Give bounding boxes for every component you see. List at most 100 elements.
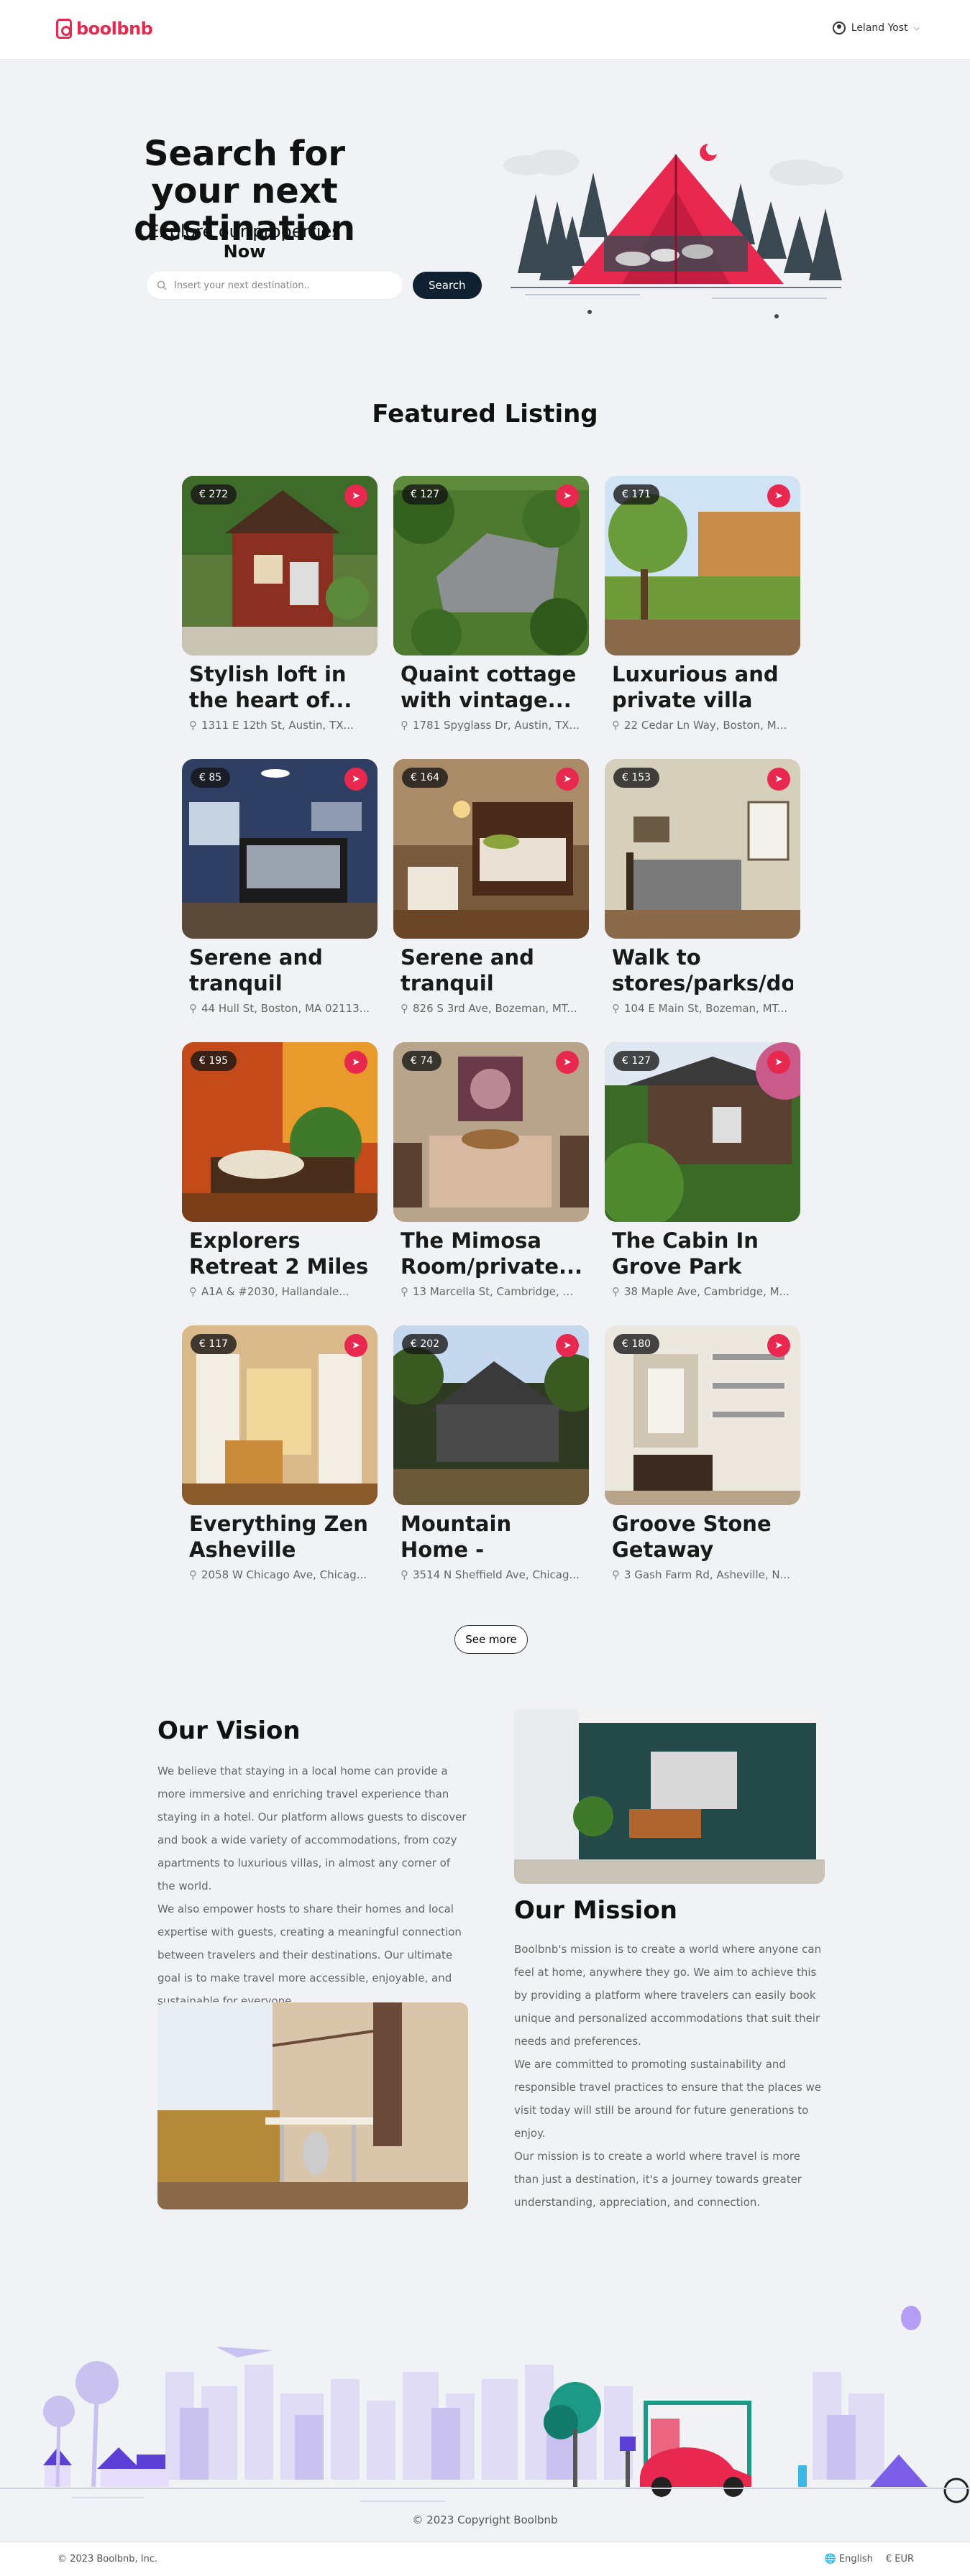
listing-address: ⚲ 22 Cedar Ln Way, Boston, MA... (612, 719, 793, 732)
sponsored-rocket-icon: ➤ (556, 484, 579, 507)
listing-card[interactable]: € 153 ➤ Walk to stores/parks/do... ⚲ 104 … (605, 759, 800, 1026)
listing-address: ⚲ 104 E Main St, Bozeman, MT... (612, 1002, 793, 1015)
copyright-text: © 2023 Copyright Boolbnb (412, 2513, 558, 2526)
listing-title[interactable]: Mountain Home - Spectacular... (401, 1511, 582, 1563)
language-selector[interactable]: 🌐 English (825, 2554, 873, 2564)
listing-title[interactable]: The Cabin In Grove Park (612, 1228, 793, 1279)
logo-icon (56, 19, 72, 39)
listing-card[interactable]: € 272 ➤ Stylish loft in the heart of... … (182, 476, 378, 743)
listing-title[interactable]: Serene and tranquil retreat... (189, 944, 370, 996)
location-pin-icon: ⚲ (189, 1568, 197, 1581)
vision-text: We believe that staying in a local home … (157, 1765, 467, 2007)
search-bar: Search (147, 272, 482, 299)
price-badge: € 195 (191, 1051, 237, 1071)
mission-title: Our Mission (514, 1896, 677, 1925)
listing-title[interactable]: Stylish loft in the heart of... (189, 661, 370, 713)
user-menu[interactable]: Leland Yost ⌵ (832, 22, 920, 34)
listing-address-text: A1A & #2030, Hallandale... (201, 1285, 349, 1298)
listing-card[interactable]: € 127 ➤ Quaint cottage with vintage... ⚲… (393, 476, 589, 743)
listing-title[interactable]: Quaint cottage with vintage... (401, 661, 582, 713)
sponsored-rocket-icon: ➤ (767, 1334, 790, 1357)
listing-title[interactable]: Groove Stone Getaway (612, 1511, 793, 1563)
search-icon (157, 280, 167, 290)
locale-settings: 🌐 English € EUR (825, 2554, 914, 2564)
listing-image[interactable]: € 117 ➤ (182, 1325, 378, 1505)
currency-selector[interactable]: € EUR (886, 2554, 914, 2564)
listing-title[interactable]: Walk to stores/parks/do... (612, 944, 793, 996)
listing-address: ⚲ 2058 W Chicago Ave, Chicag... (189, 1568, 370, 1581)
listing-address: ⚲ 1311 E 12th St, Austin, TX... (189, 719, 370, 732)
listing-address: ⚲ 13 Marcella St, Cambridge, M... (401, 1285, 582, 1298)
listing-card[interactable]: € 127 ➤ The Cabin In Grove Park ⚲ 38 Mapl… (605, 1042, 800, 1310)
listing-card[interactable]: € 85 ➤ Serene and tranquil retreat... ⚲ 4… (182, 759, 378, 1026)
listing-image[interactable]: € 85 ➤ (182, 759, 378, 939)
listing-card[interactable]: € 117 ➤ Everything Zen Asheville ⚲ 2058 W… (182, 1325, 378, 1593)
location-pin-icon: ⚲ (189, 1285, 197, 1298)
listing-card[interactable]: € 195 ➤ Explorers Retreat 2 Miles to... … (182, 1042, 378, 1310)
listing-image[interactable]: € 195 ➤ (182, 1042, 378, 1222)
listing-address: ⚲ 44 Hull St, Boston, MA 02113... (189, 1002, 370, 1015)
listing-image[interactable]: € 127 ➤ (393, 476, 589, 656)
listing-address-text: 13 Marcella St, Cambridge, M... (413, 1285, 582, 1298)
listing-image[interactable]: € 127 ➤ (605, 1042, 800, 1222)
listing-address: ⚲ 38 Maple Ave, Cambridge, M... (612, 1285, 793, 1298)
listing-card[interactable]: € 164 ➤ Serene and tranquil retreat... ⚲… (393, 759, 589, 1026)
listing-title[interactable]: The Mimosa Room/private... (401, 1228, 582, 1279)
hero-subtitle-text: Explore our properties (148, 221, 341, 242)
location-pin-icon: ⚲ (189, 719, 197, 732)
tent-illustration (503, 144, 843, 318)
price-badge: € 180 (613, 1334, 660, 1354)
listing-card[interactable]: € 171 ➤ Luxurious and private villa wit.… (605, 476, 800, 743)
price-badge: € 127 (402, 484, 449, 505)
price-badge: € 202 (402, 1334, 449, 1354)
mission-image (514, 1708, 825, 1884)
city-skyline-illustration (0, 2306, 970, 2503)
location-pin-icon: ⚲ (612, 1002, 620, 1015)
sponsored-rocket-icon: ➤ (767, 484, 790, 507)
listing-card[interactable]: € 180 ➤ Groove Stone Getaway ⚲ 3 Gash Far… (605, 1325, 800, 1593)
see-more-button[interactable]: See more (454, 1625, 528, 1654)
sponsored-rocket-icon: ➤ (767, 768, 790, 791)
search-input[interactable] (174, 280, 390, 291)
location-pin-icon: ⚲ (612, 1568, 620, 1581)
price-badge: € 127 (613, 1051, 660, 1071)
vision-image (157, 2002, 468, 2209)
featured-title: Featured Listing (372, 400, 598, 428)
listing-address-text: 38 Maple Ave, Cambridge, M... (624, 1285, 790, 1298)
listing-image[interactable]: € 74 ➤ (393, 1042, 589, 1222)
listing-address-text: 22 Cedar Ln Way, Boston, MA... (624, 719, 793, 732)
listing-address: ⚲ 1781 Spyglass Dr, Austin, TX... (401, 719, 582, 732)
listing-image[interactable]: € 153 ➤ (605, 759, 800, 939)
location-pin-icon: ⚲ (401, 1002, 408, 1015)
location-pin-icon: ⚲ (189, 1002, 197, 1015)
logo[interactable]: boolbnb (56, 19, 153, 39)
listing-card[interactable]: € 202 ➤ Mountain Home - Spectacular... ⚲… (393, 1325, 589, 1593)
listing-image[interactable]: € 202 ➤ (393, 1325, 589, 1505)
top-navbar: boolbnb Leland Yost ⌵ (0, 0, 970, 60)
listing-image[interactable]: € 180 ➤ (605, 1325, 800, 1505)
location-pin-icon: ⚲ (401, 1568, 408, 1581)
listing-card[interactable]: € 74 ➤ The Mimosa Room/private... ⚲ 13 Ma… (393, 1042, 589, 1310)
sponsored-rocket-icon: ➤ (556, 1334, 579, 1357)
search-field[interactable] (147, 272, 403, 299)
vision-title: Our Vision (157, 1716, 301, 1745)
hero-subtitle-bold: Now (223, 242, 266, 262)
location-pin-icon: ⚲ (612, 719, 620, 732)
sponsored-rocket-icon: ➤ (344, 1051, 367, 1074)
bottom-bar: © 2023 Boolbnb, Inc. 🌐 English € EUR (0, 2542, 970, 2576)
listing-title[interactable]: Luxurious and private villa wit... (612, 661, 793, 713)
location-pin-icon: ⚲ (612, 1285, 620, 1298)
listing-address-text: 44 Hull St, Boston, MA 02113... (201, 1002, 370, 1015)
search-button[interactable]: Search (413, 272, 482, 299)
listing-image[interactable]: € 164 ➤ (393, 759, 589, 939)
listing-title[interactable]: Serene and tranquil retreat... (401, 944, 582, 996)
location-pin-icon: ⚲ (401, 1285, 408, 1298)
listing-image[interactable]: € 272 ➤ (182, 476, 378, 656)
price-badge: € 272 (191, 484, 237, 505)
sponsored-rocket-icon: ➤ (344, 1334, 367, 1357)
listing-title[interactable]: Everything Zen Asheville (189, 1511, 370, 1563)
price-badge: € 164 (402, 768, 449, 788)
listing-image[interactable]: € 171 ➤ (605, 476, 800, 656)
listing-title[interactable]: Explorers Retreat 2 Miles to... (189, 1228, 370, 1279)
user-name: Leland Yost (851, 22, 908, 34)
